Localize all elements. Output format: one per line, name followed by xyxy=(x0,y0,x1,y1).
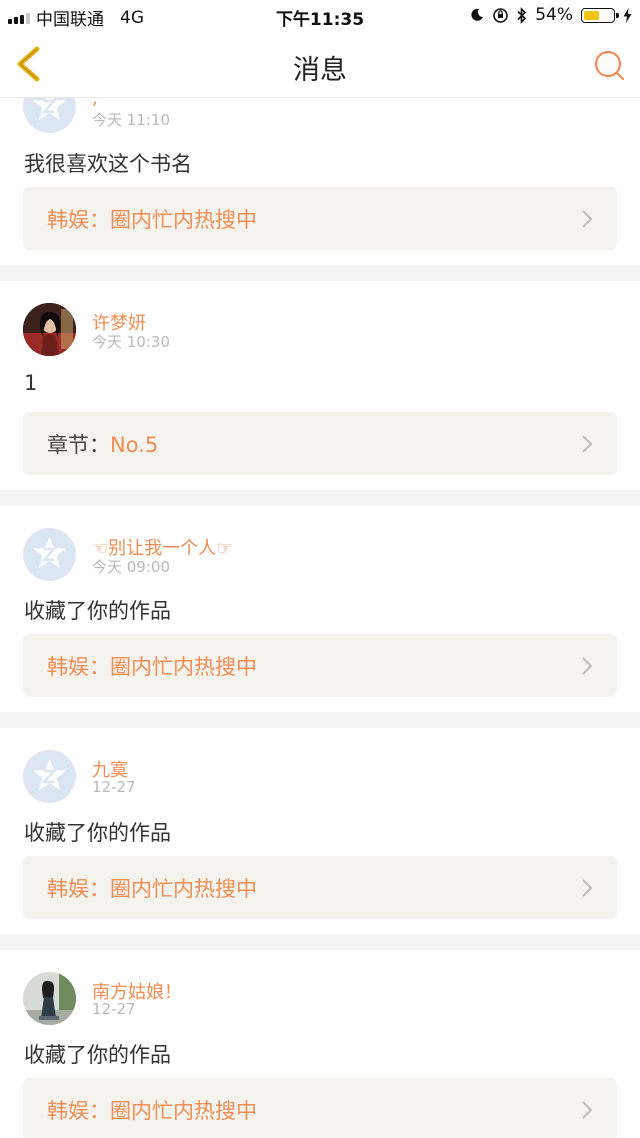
ref-title: No.5 xyxy=(110,433,159,457)
work-link[interactable]: 韩娱：圈内忙内热搜中 xyxy=(23,856,617,919)
avatar[interactable] xyxy=(23,303,76,356)
message-time: 今天 11:10 xyxy=(92,111,170,129)
avatar[interactable] xyxy=(23,98,76,133)
ref-title: 韩娱：圈内忙内热搜中 xyxy=(47,877,257,901)
message-list: , 今天 11:10 我很喜欢这个书名 韩娱：圈内忙内热搜中 许梦妍 今天 10… xyxy=(0,98,640,1138)
work-link[interactable]: 韩娱：圈内忙内热搜中 xyxy=(23,634,617,697)
message-card: , 今天 11:10 我很喜欢这个书名 韩娱：圈内忙内热搜中 xyxy=(0,98,640,265)
message-username[interactable]: , xyxy=(92,98,98,109)
orientation-lock-icon xyxy=(493,7,509,23)
message-content: 收藏了你的作品 xyxy=(24,599,171,623)
chevron-right-icon xyxy=(582,210,593,228)
work-link[interactable]: 韩娱：圈内忙内热搜中 xyxy=(23,187,617,250)
default-avatar-icon xyxy=(33,98,66,120)
chapter-link[interactable]: 章节：No.5 xyxy=(23,412,617,475)
chevron-right-icon xyxy=(582,435,593,453)
ref-title: 韩娱：圈内忙内热搜中 xyxy=(47,208,257,232)
default-avatar-icon xyxy=(33,537,66,568)
message-time: 12-27 xyxy=(92,778,136,796)
message-card: 南方姑娘！ 12-27 收藏了你的作品 韩娱：圈内忙内热搜中 xyxy=(0,950,640,1138)
bluetooth-icon xyxy=(517,6,527,24)
avatar[interactable] xyxy=(23,972,76,1025)
ref-label: 章节： xyxy=(47,433,110,457)
battery-percent: 54% xyxy=(535,5,573,25)
nav-bar: 消息 xyxy=(0,32,640,98)
avatar[interactable] xyxy=(23,750,76,803)
page-title: 消息 xyxy=(293,55,347,86)
message-card: 许梦妍 今天 10:30 1 章节：No.5 xyxy=(0,281,640,490)
charging-icon xyxy=(623,7,632,23)
message-content: 1 xyxy=(24,371,38,395)
battery-icon xyxy=(581,7,619,23)
work-link[interactable]: 韩娱：圈内忙内热搜中 xyxy=(23,1078,617,1138)
message-card: 九寞 12-27 收藏了你的作品 韩娱：圈内忙内热搜中 xyxy=(0,728,640,934)
status-bar: 中国联通 4G 下午11:35 54% xyxy=(0,0,640,32)
chevron-right-icon xyxy=(582,1101,593,1119)
chevron-right-icon xyxy=(582,879,593,897)
avatar[interactable] xyxy=(23,528,76,581)
ref-title: 韩娱：圈内忙内热搜中 xyxy=(47,655,257,679)
message-time: 12-27 xyxy=(92,1000,136,1018)
search-icon[interactable] xyxy=(592,48,626,82)
message-content: 收藏了你的作品 xyxy=(24,1043,171,1067)
default-avatar-icon xyxy=(33,759,66,790)
message-content: 我很喜欢这个书名 xyxy=(24,152,192,176)
chevron-right-icon xyxy=(582,657,593,675)
user-photo xyxy=(23,972,76,1025)
moon-icon xyxy=(471,8,484,21)
message-time: 今天 09:00 xyxy=(92,558,170,576)
message-card: ☜别让我一个人☞ 今天 09:00 收藏了你的作品 韩娱：圈内忙内热搜中 xyxy=(0,506,640,712)
ref-title: 韩娱：圈内忙内热搜中 xyxy=(47,1099,257,1123)
message-time: 今天 10:30 xyxy=(92,333,170,351)
message-content: 收藏了你的作品 xyxy=(24,821,171,845)
user-photo xyxy=(23,303,76,356)
